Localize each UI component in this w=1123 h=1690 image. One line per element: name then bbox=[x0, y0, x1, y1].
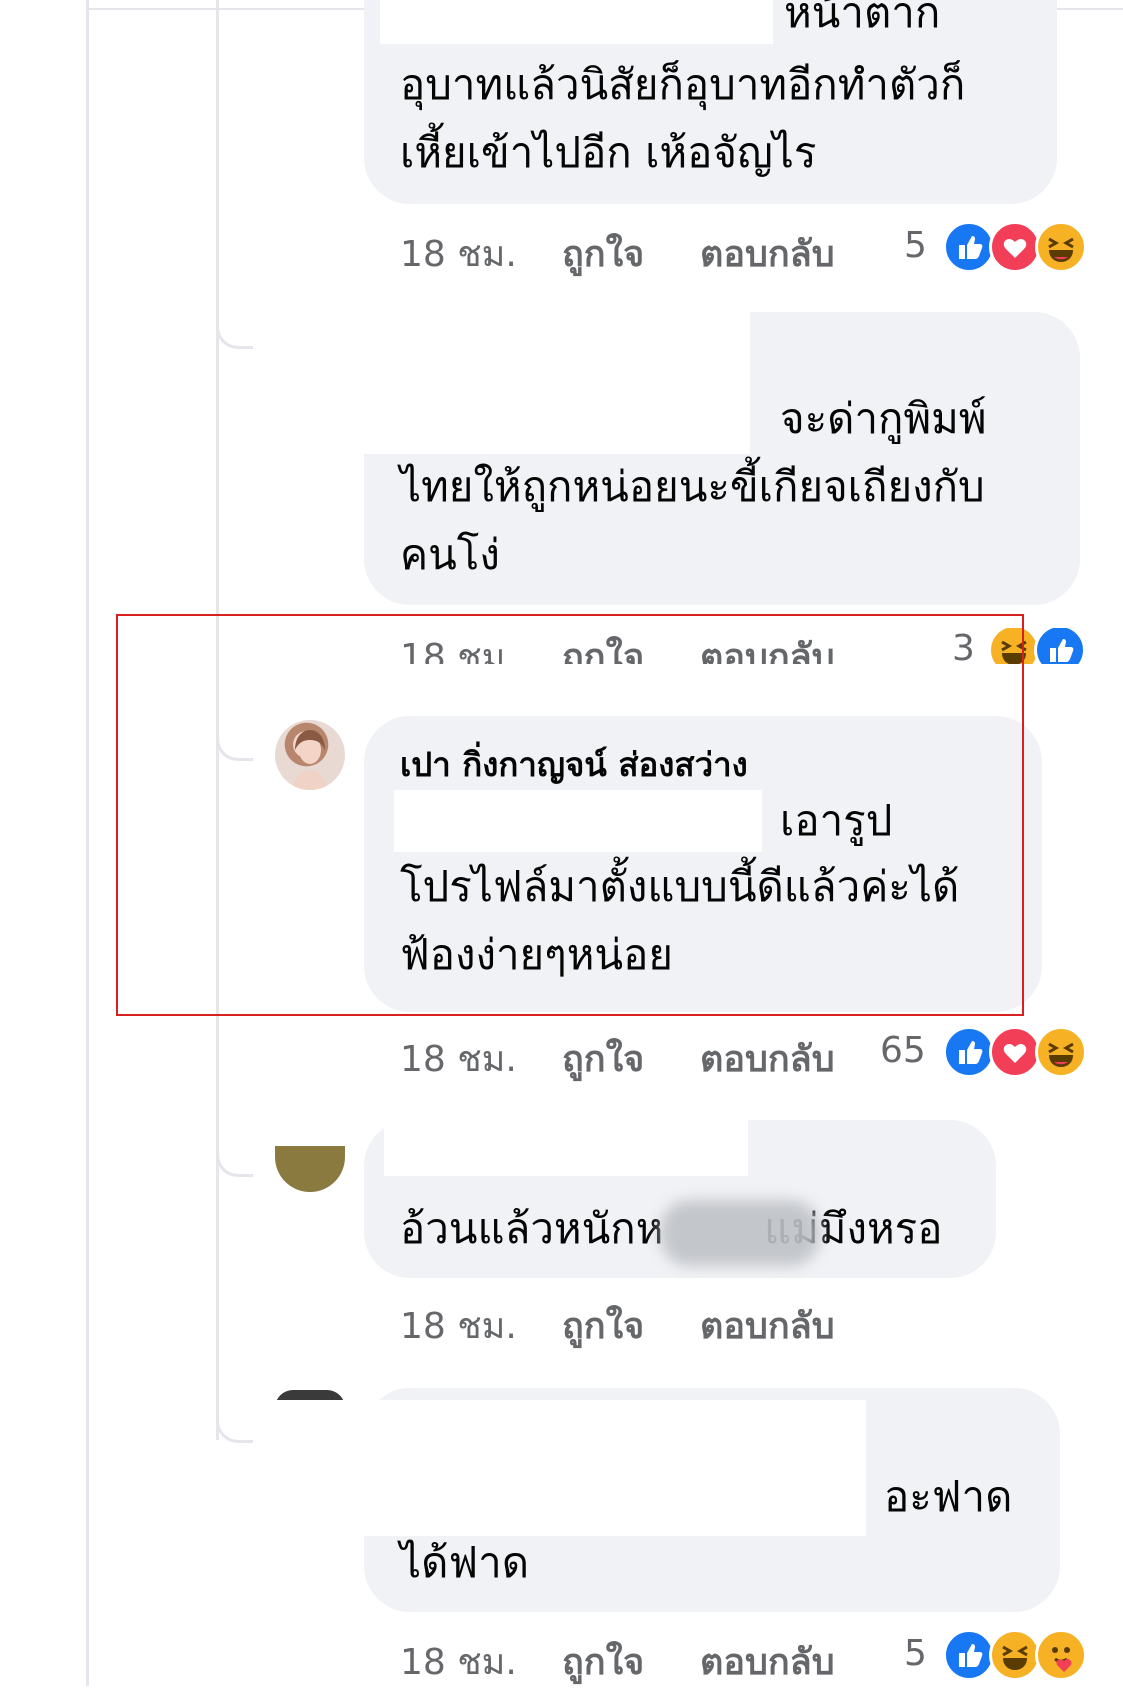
comment-bubble: หน้าตาก อุบาทแล้วนิสัยก็อุบาทอีกทำตัวก็ … bbox=[364, 0, 1057, 204]
reaction-count[interactable]: 5 bbox=[904, 1633, 927, 1674]
redacted-name bbox=[254, 1400, 866, 1536]
reaction-count[interactable]: 5 bbox=[904, 225, 927, 266]
comment-text-line: คนโง่ bbox=[400, 530, 500, 579]
redacted-name bbox=[380, 0, 773, 44]
reply-connector bbox=[216, 1140, 253, 1177]
like-link[interactable]: ถูกใจ bbox=[562, 1030, 644, 1087]
care-icon bbox=[1035, 1629, 1087, 1681]
reply-link[interactable]: ตอบกลับ bbox=[700, 1633, 835, 1690]
comment-time[interactable]: 18 ชม. bbox=[400, 225, 517, 282]
comment-text-line: อ้วนแล้วหนักห bbox=[400, 1204, 664, 1253]
reply-connector bbox=[216, 312, 253, 349]
like-icon bbox=[1034, 628, 1086, 664]
comment-meta: 18 ชม. ถูกใจ ตอบกลับ 5 bbox=[0, 1629, 1123, 1683]
reply-link[interactable]: ตอบกลับ bbox=[700, 225, 835, 282]
comment-time[interactable]: 18 ชม. bbox=[400, 1633, 517, 1690]
comment-time[interactable]: 18 ชม. bbox=[400, 1030, 517, 1087]
haha-icon bbox=[1035, 1026, 1087, 1078]
comment-meta: 18 ชม. ถูกใจ ตอบกลับ bbox=[0, 1297, 1123, 1347]
like-link[interactable]: ถูกใจ bbox=[562, 1297, 644, 1354]
comment-text-line: อะฟาด bbox=[884, 1472, 1013, 1521]
reply-link[interactable]: ตอบกลับ bbox=[700, 1297, 835, 1354]
love-icon bbox=[989, 1026, 1041, 1078]
comment-time[interactable]: 18 ชม. bbox=[400, 1297, 517, 1354]
comment-text-line: เหี้ยเข้าไปอีก เห้อจัญไร bbox=[400, 128, 817, 177]
comment-text-line: หน้าตาก bbox=[784, 0, 941, 37]
reply-connector bbox=[216, 1406, 253, 1443]
like-icon bbox=[943, 1026, 995, 1078]
comment-meta: 18 ชม. ถูกใจ ตอบกลับ 65 bbox=[0, 1026, 1123, 1080]
comment-text-line: ไทยให้ถูกหน่อยนะขี้เกียจเถียงกับ bbox=[400, 462, 985, 511]
love-icon bbox=[989, 221, 1041, 273]
redacted-name bbox=[344, 306, 750, 454]
comment-text-line: อุบาทแล้วนิสัยก็อุบาทอีกทำตัวก็ bbox=[400, 60, 966, 109]
comment-bubble: จะด่ากูพิมพ์ ไทยให้ถูกหน่อยนะขี้เกียจเถี… bbox=[344, 306, 1080, 605]
comment-bubble: อะฟาด ได้ฟาด bbox=[254, 1388, 1060, 1612]
redacted-name bbox=[384, 1120, 748, 1176]
comment-text-line: ได้ฟาด bbox=[400, 1538, 529, 1587]
comment-text-line: จะด่ากูพิมพ์ bbox=[780, 394, 987, 443]
haha-icon bbox=[989, 1629, 1041, 1681]
reply-link[interactable]: ตอบกลับ bbox=[700, 1030, 835, 1087]
blurred-word bbox=[660, 1200, 820, 1266]
like-icon bbox=[943, 1629, 995, 1681]
reaction-count[interactable]: 65 bbox=[880, 1030, 926, 1071]
highlight-box bbox=[116, 614, 1024, 1016]
haha-icon bbox=[1035, 221, 1087, 273]
like-icon bbox=[943, 221, 995, 273]
avatar[interactable] bbox=[275, 1146, 345, 1192]
comment-meta: 18 ชม. ถูกใจ ตอบกลับ 5 bbox=[0, 221, 1123, 275]
like-link[interactable]: ถูกใจ bbox=[562, 1633, 644, 1690]
comment-bubble: อ้วนแล้วหนักห แม่มึงหรอ bbox=[364, 1120, 996, 1278]
like-link[interactable]: ถูกใจ bbox=[562, 225, 644, 282]
